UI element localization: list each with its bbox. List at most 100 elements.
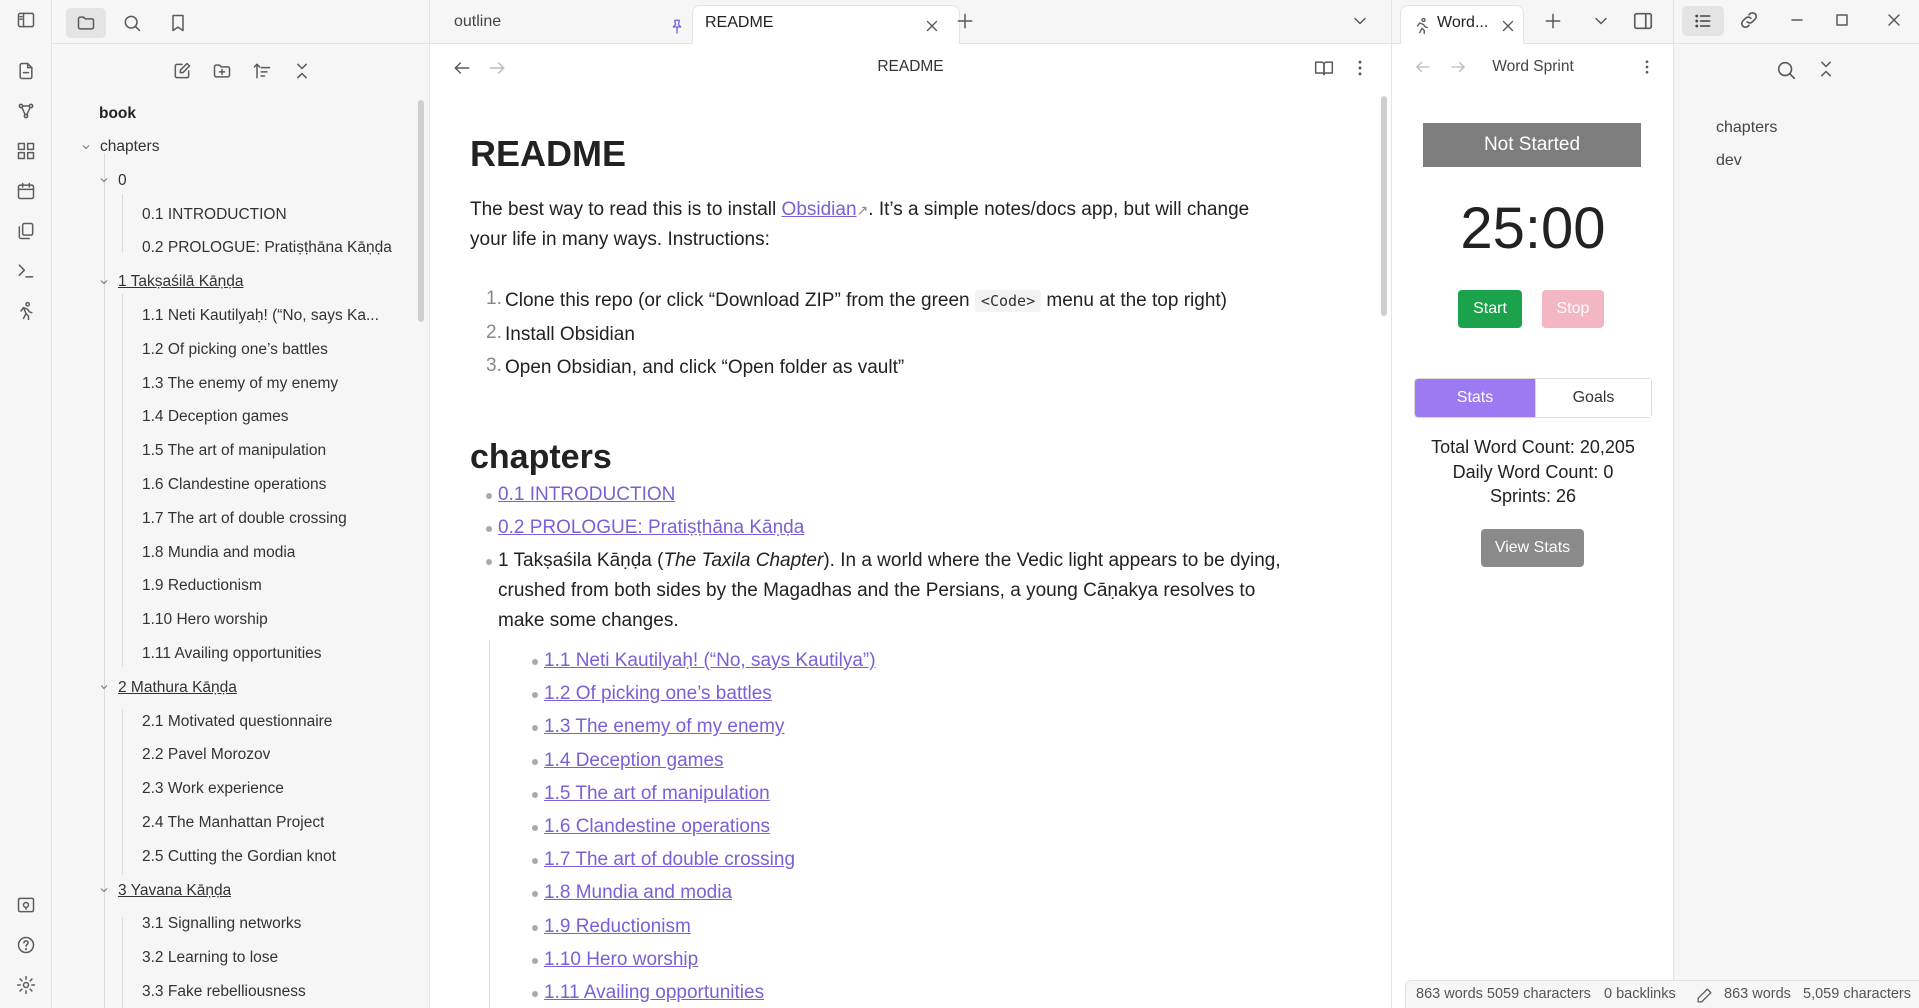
templates-icon[interactable] — [14, 219, 38, 243]
chapter-link[interactable]: 0.2 PROLOGUE: Pratiṣṭhāna Kāṇḍa — [498, 513, 804, 543]
tab-goals[interactable]: Goals — [1535, 379, 1651, 417]
ribbon — [0, 0, 52, 1008]
editor-scrollbar[interactable] — [1381, 96, 1387, 316]
tree-file[interactable]: 3.2 Learning to lose — [142, 944, 278, 971]
canvas-icon[interactable] — [14, 139, 38, 163]
toggle-right-sidebar-icon[interactable] — [1632, 10, 1654, 36]
start-button[interactable]: Start — [1458, 290, 1522, 328]
open-quick-switcher-icon[interactable] — [14, 59, 38, 83]
section-link[interactable]: 1.7 The art of double crossing — [544, 845, 795, 875]
tree-file[interactable]: 2.4 The Manhattan Project — [142, 809, 324, 836]
new-note-icon[interactable] — [169, 58, 195, 84]
help-icon[interactable] — [14, 933, 38, 957]
close-icon[interactable] — [923, 14, 941, 48]
section-link[interactable]: 1.1 Neti Kautilyaḥ! (“No, says Kautilya”… — [544, 646, 876, 676]
tree-file[interactable]: 1.5 The art of manipulation — [142, 437, 326, 464]
tree-file[interactable]: 1.1 Neti Kautilyaḥ! (“No, says Ka... — [142, 302, 379, 329]
graph-view-icon[interactable] — [14, 99, 38, 123]
vault-root[interactable]: book — [99, 100, 136, 127]
tree-file[interactable]: 1.4 Deception games — [142, 403, 288, 430]
maximize-icon[interactable] — [1832, 10, 1852, 34]
chevron-down-icon[interactable] — [98, 167, 110, 194]
tab-stats[interactable]: Stats — [1415, 379, 1535, 417]
daily-note-icon[interactable] — [14, 179, 38, 203]
sprint-count: Sprints: 26 — [1489, 486, 1577, 506]
section-link[interactable]: 1.8 Mundia and modia — [544, 878, 732, 908]
section-link[interactable]: 1.2 Of picking one’s battles — [544, 679, 772, 709]
tree-file[interactable]: 1.9 Reductionism — [142, 572, 262, 599]
tree-file[interactable]: 1.2 Of picking one’s battles — [142, 336, 328, 363]
section-link[interactable]: 1.11 Availing opportunities — [544, 978, 764, 1008]
chapter-link[interactable]: 0.1 INTRODUCTION — [498, 480, 675, 510]
chevron-down-icon[interactable] — [1591, 11, 1611, 35]
backlinks-count[interactable]: 0 backlinks — [1604, 986, 1676, 1002]
search-icon[interactable] — [1775, 59, 1797, 85]
search-icon[interactable] — [112, 8, 152, 38]
tree-file[interactable]: 1.10 Hero worship — [142, 606, 268, 633]
section-link[interactable]: 1.9 Reductionism — [544, 912, 691, 942]
outline-list-button[interactable] — [1682, 6, 1724, 36]
chevron-down-icon[interactable] — [80, 133, 92, 160]
section-link[interactable]: 1.4 Deception games — [544, 746, 724, 776]
sort-icon[interactable] — [249, 58, 275, 84]
view-title[interactable]: README — [430, 58, 1391, 76]
link-icon[interactable] — [1738, 9, 1760, 35]
tree-file[interactable]: 1.11 Availing opportunities — [142, 640, 322, 667]
close-window-icon[interactable] — [1884, 10, 1904, 34]
collapse-all-icon[interactable] — [1816, 59, 1836, 83]
tree-file[interactable]: 2.2 Pavel Morozov — [142, 741, 270, 768]
view-stats-button[interactable]: View Stats — [1481, 529, 1584, 567]
collapse-all-icon[interactable] — [289, 58, 315, 84]
sidebar-toggle-icon[interactable] — [14, 8, 38, 32]
new-folder-icon[interactable] — [209, 58, 235, 84]
chevron-down-icon[interactable] — [98, 877, 110, 904]
tree-file[interactable]: 1.6 Clandestine operations — [142, 471, 326, 498]
tree-file[interactable]: 0.1 INTRODUCTION — [142, 201, 287, 228]
tree-folder[interactable]: 1 Takṣaśilā Kāṇḍa — [118, 268, 244, 295]
outline-heading[interactable]: dev — [1716, 152, 1742, 170]
obsidian-link[interactable]: Obsidian — [782, 199, 857, 220]
tree-file[interactable]: 1.3 The enemy of my enemy — [142, 370, 338, 397]
stop-button[interactable]: Stop — [1542, 290, 1604, 328]
edit-pencil-icon[interactable] — [1696, 987, 1713, 1008]
tree-file[interactable]: 3.1 Signalling networks — [142, 910, 301, 937]
tab-outline[interactable]: outline — [436, 5, 692, 44]
tree-folder[interactable]: 0 — [118, 167, 127, 194]
chevron-down-icon[interactable] — [1350, 11, 1370, 35]
reading-view-icon[interactable] — [1314, 58, 1334, 82]
section-link[interactable]: 1.6 Clandestine operations — [544, 812, 770, 842]
tree-file[interactable]: 0.2 PROLOGUE: Pratiṣṭhāna Kāṇḍa — [142, 234, 392, 261]
tree-file[interactable]: 2.5 Cutting the Gordian knot — [142, 843, 336, 870]
section-link[interactable]: 1.10 Hero worship — [544, 945, 698, 975]
more-options-icon[interactable] — [1638, 58, 1656, 80]
word-sprint-icon[interactable] — [14, 299, 38, 323]
minimize-icon[interactable] — [1787, 10, 1807, 34]
tree-file[interactable]: 1.8 Mundia and modia — [142, 539, 295, 566]
files-icon[interactable] — [66, 8, 106, 38]
chevron-down-icon[interactable] — [98, 674, 110, 701]
tab-readme[interactable]: README — [692, 5, 960, 44]
new-tab-icon[interactable] — [955, 11, 975, 35]
tab-word-sprint[interactable]: Word... — [1400, 5, 1524, 44]
tree-file[interactable]: 3.3 Fake rebelliousness — [142, 978, 306, 1005]
tree-folder[interactable]: chapters — [100, 133, 159, 160]
more-options-icon[interactable] — [1350, 58, 1370, 82]
chevron-down-icon[interactable] — [98, 268, 110, 295]
close-icon[interactable] — [1499, 14, 1517, 48]
vault-switcher-icon[interactable] — [14, 893, 38, 917]
section-link[interactable]: 1.3 The enemy of my enemy — [544, 712, 784, 742]
new-tab-icon[interactable] — [1543, 11, 1563, 35]
tree-file[interactable]: 2.3 Work experience — [142, 775, 284, 802]
settings-icon[interactable] — [14, 973, 38, 997]
list-number: 3. — [486, 355, 502, 376]
tree-folder[interactable]: 2 Mathura Kāṇḍa — [118, 674, 237, 701]
outline-heading[interactable]: chapters — [1716, 119, 1777, 137]
explorer-scrollbar[interactable] — [418, 100, 424, 322]
tree-folder[interactable]: 3 Yavana Kāṇḍa — [118, 877, 231, 904]
tree-file[interactable]: 2.1 Motivated questionnaire — [142, 708, 332, 735]
bookmark-icon[interactable] — [158, 8, 198, 38]
command-palette-icon[interactable] — [14, 259, 38, 283]
section-link[interactable]: 1.5 The art of manipulation — [544, 779, 770, 809]
tree-file[interactable]: 1.7 The art of double crossing — [142, 505, 347, 532]
bullet — [532, 791, 538, 798]
